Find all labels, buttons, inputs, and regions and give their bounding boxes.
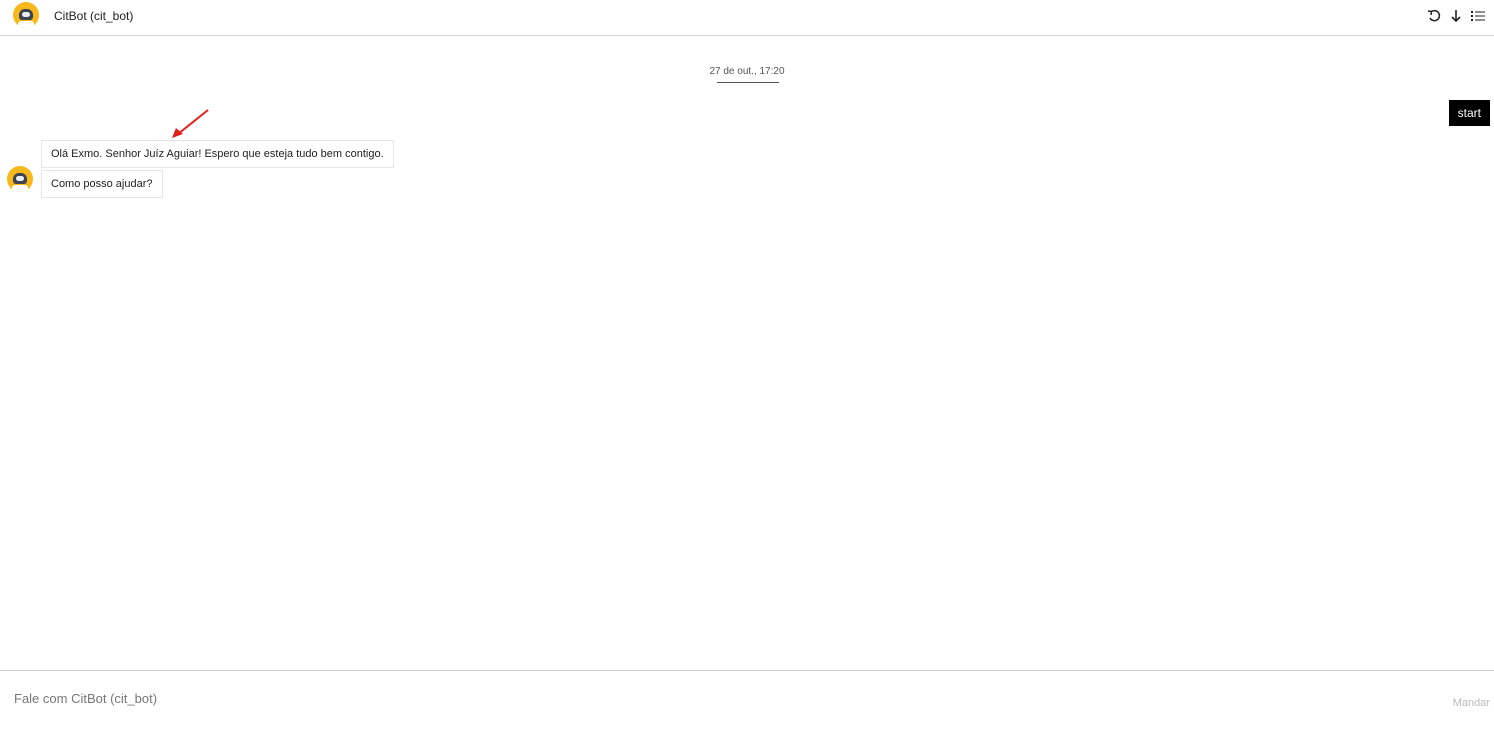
message-input[interactable] [14, 686, 1394, 710]
arrow-down-icon[interactable] [1448, 7, 1464, 25]
header-actions [1426, 7, 1486, 25]
message-composer: Mandar [0, 670, 1494, 730]
list-icon[interactable] [1470, 7, 1486, 25]
chat-title: CitBot (cit_bot) [54, 9, 134, 23]
undo-icon[interactable] [1426, 7, 1442, 25]
date-underline [717, 82, 779, 83]
bot-message: Olá Exmo. Senhor Juíz Aguiar! Espero que… [41, 140, 394, 168]
send-button[interactable]: Mandar [1453, 697, 1490, 709]
bot-avatar-icon [13, 2, 39, 28]
user-message: start [1448, 100, 1490, 126]
bot-message: Como posso ajudar? [41, 170, 163, 198]
bot-avatar-icon [7, 166, 33, 192]
annotation-arrow-icon [172, 109, 209, 138]
date-separator: 27 de out., 17:20 [709, 66, 785, 77]
chat-header: CitBot (cit_bot) [0, 0, 1494, 36]
